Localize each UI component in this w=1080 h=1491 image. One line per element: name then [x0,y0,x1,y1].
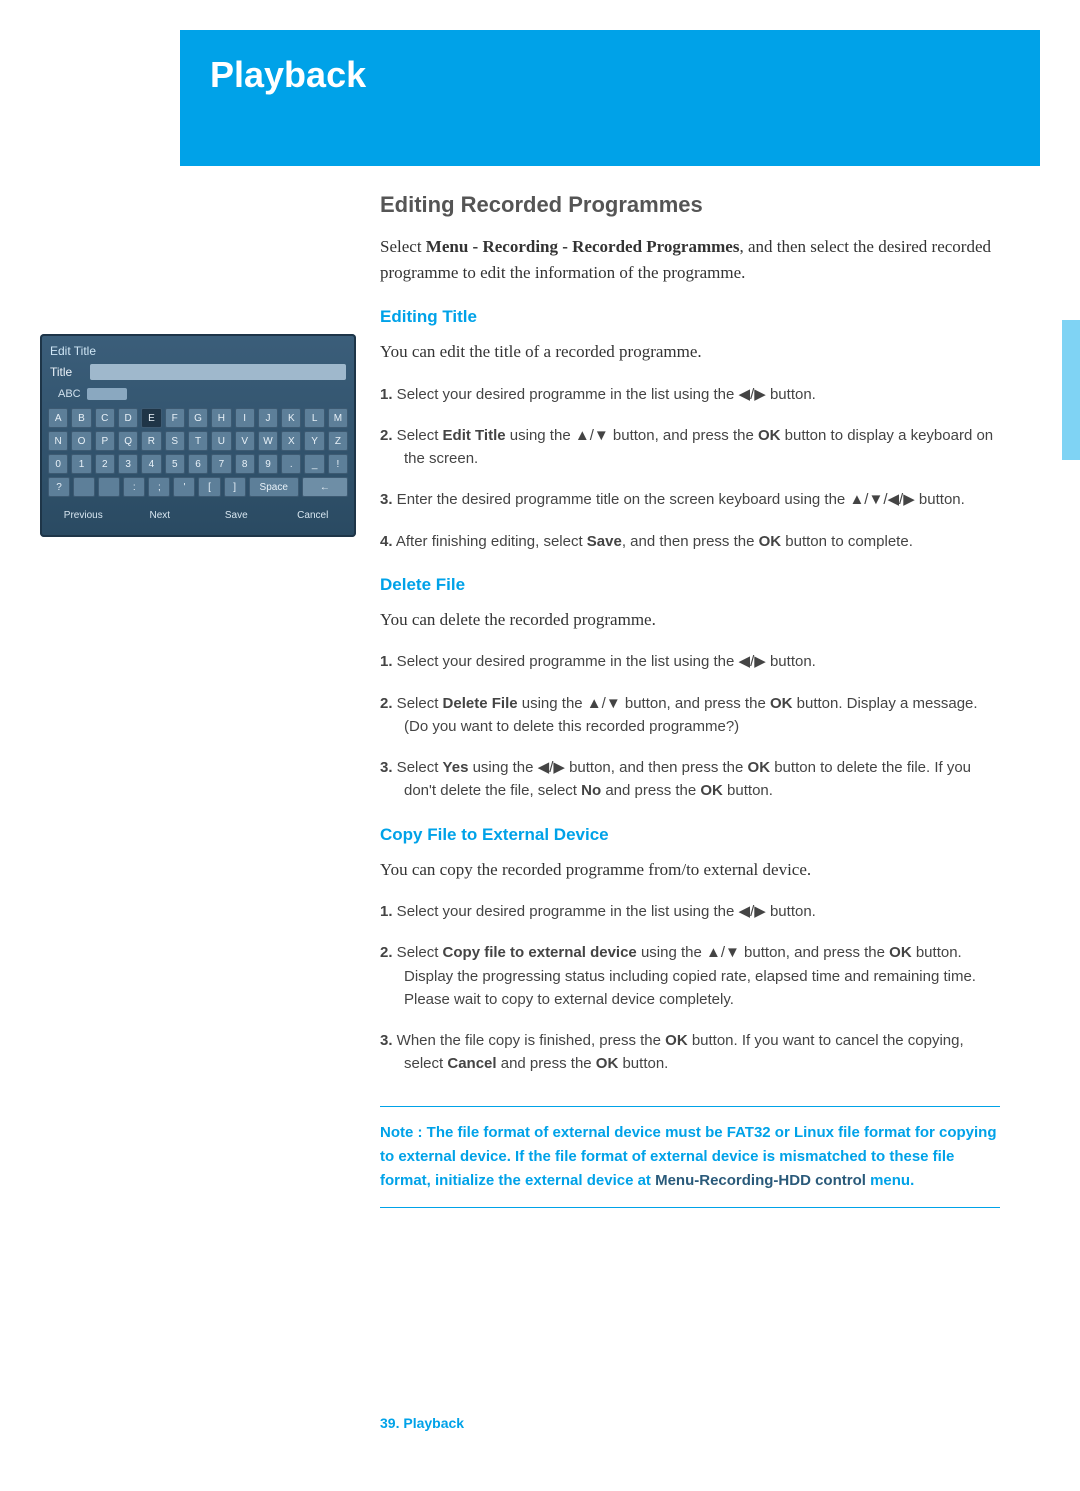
mock-action-button: Next [125,505,196,525]
mock-key: L [304,408,324,428]
mock-key: N [48,431,68,451]
mock-key: ] [224,477,246,497]
mock-key: U [211,431,231,451]
edit-title-screenshot: Edit Title Title ABC ABCDEFGHIJKLMNOPQRS… [40,334,356,537]
mock-key: R [141,431,161,451]
mock-keyboard: ABCDEFGHIJKLM NOPQRSTUVWXYZ 0123456789._!?… [48,408,348,497]
step-item: 1. Select your desired programme in the … [380,383,1000,406]
mock-mode-label: ABC [58,388,81,400]
mock-title-input [90,364,346,380]
mock-key: . [281,454,301,474]
mock-key: 4 [141,454,161,474]
mock-key: Q [118,431,138,451]
mock-key: V [235,431,255,451]
mock-key: F [165,408,185,428]
mock-key: T [188,431,208,451]
page-side-tab [1062,320,1080,460]
step-item: 2. Select Copy file to external device u… [380,941,1000,1011]
mock-action-button: Previous [48,505,119,525]
mock-key: ! [328,454,348,474]
mock-key: Space [249,477,299,497]
mock-button-row: Previous NextSave Cancel [48,505,348,525]
step-item: 2. Select Edit Title using the ▲/▼ butto… [380,424,1000,471]
mock-key: 2 [95,454,115,474]
body-editing-title: You can edit the title of a recorded pro… [380,339,1000,365]
step-item: 2. Select Delete File using the ▲/▼ butt… [380,692,1000,739]
mock-key: W [258,431,278,451]
mock-key: [ [198,477,220,497]
step-item: 3. When the file copy is finished, press… [380,1029,1000,1076]
step-item: 3. Select Yes using the ◀/▶ button, and … [380,756,1000,803]
section-title: Editing Recorded Programmes [380,192,1000,218]
mock-key: _ [304,454,324,474]
mock-key: M [328,408,348,428]
mock-key: 8 [235,454,255,474]
mock-key: H [211,408,231,428]
page-footer: 39. Playback [380,1415,464,1431]
body-delete-file: You can delete the recorded programme. [380,607,1000,633]
steps-editing-title: 1. Select your desired programme in the … [380,383,1000,553]
mock-key: Z [328,431,348,451]
mock-key: B [71,408,91,428]
step-item: 1. Select your desired programme in the … [380,650,1000,673]
body-copy-file: You can copy the recorded programme from… [380,857,1000,883]
mock-key: J [258,408,278,428]
subheading-editing-title: Editing Title [380,307,1000,327]
mock-key: X [281,431,301,451]
step-item: 4. After finishing editing, select Save,… [380,530,1000,553]
mock-key: E [141,408,161,428]
mock-key: ; [148,477,170,497]
mock-action-button: Cancel [278,505,349,525]
mock-key: A [48,408,68,428]
mock-key: C [95,408,115,428]
mock-key: 5 [165,454,185,474]
mock-key: D [118,408,138,428]
mock-key: 0 [48,454,68,474]
mock-key: ' [173,477,195,497]
mock-key: 3 [118,454,138,474]
mock-key: O [71,431,91,451]
intro-paragraph: Select Menu - Recording - Recorded Progr… [380,234,1000,285]
mock-key [98,477,120,497]
mock-key: ? [48,477,70,497]
mock-key: 1 [71,454,91,474]
mock-key: S [165,431,185,451]
mock-key: 6 [188,454,208,474]
note-block: Note : The file format of external devic… [380,1106,1000,1208]
subheading-copy-file: Copy File to External Device [380,825,1000,845]
chapter-title: Playback [210,54,366,95]
mock-key: G [188,408,208,428]
mock-key: : [123,477,145,497]
mock-key [73,477,95,497]
mock-key: I [235,408,255,428]
steps-copy-file: 1. Select your desired programme in the … [380,900,1000,1076]
chapter-banner: Playback [180,30,1040,166]
step-item: 1. Select your desired programme in the … [380,900,1000,923]
subheading-delete-file: Delete File [380,575,1000,595]
mock-key: Y [304,431,324,451]
mock-key: ← [302,477,348,497]
mock-field-label: Title [50,365,84,379]
steps-delete-file: 1. Select your desired programme in the … [380,650,1000,802]
mock-key: 7 [211,454,231,474]
mock-key: P [95,431,115,451]
step-item: 3. Enter the desired programme title on … [380,488,1000,511]
mock-key: K [281,408,301,428]
mock-action-button: Save [201,505,272,525]
mock-window-title: Edit Title [48,344,348,358]
mock-key: 9 [258,454,278,474]
mock-mode-field [87,388,127,400]
